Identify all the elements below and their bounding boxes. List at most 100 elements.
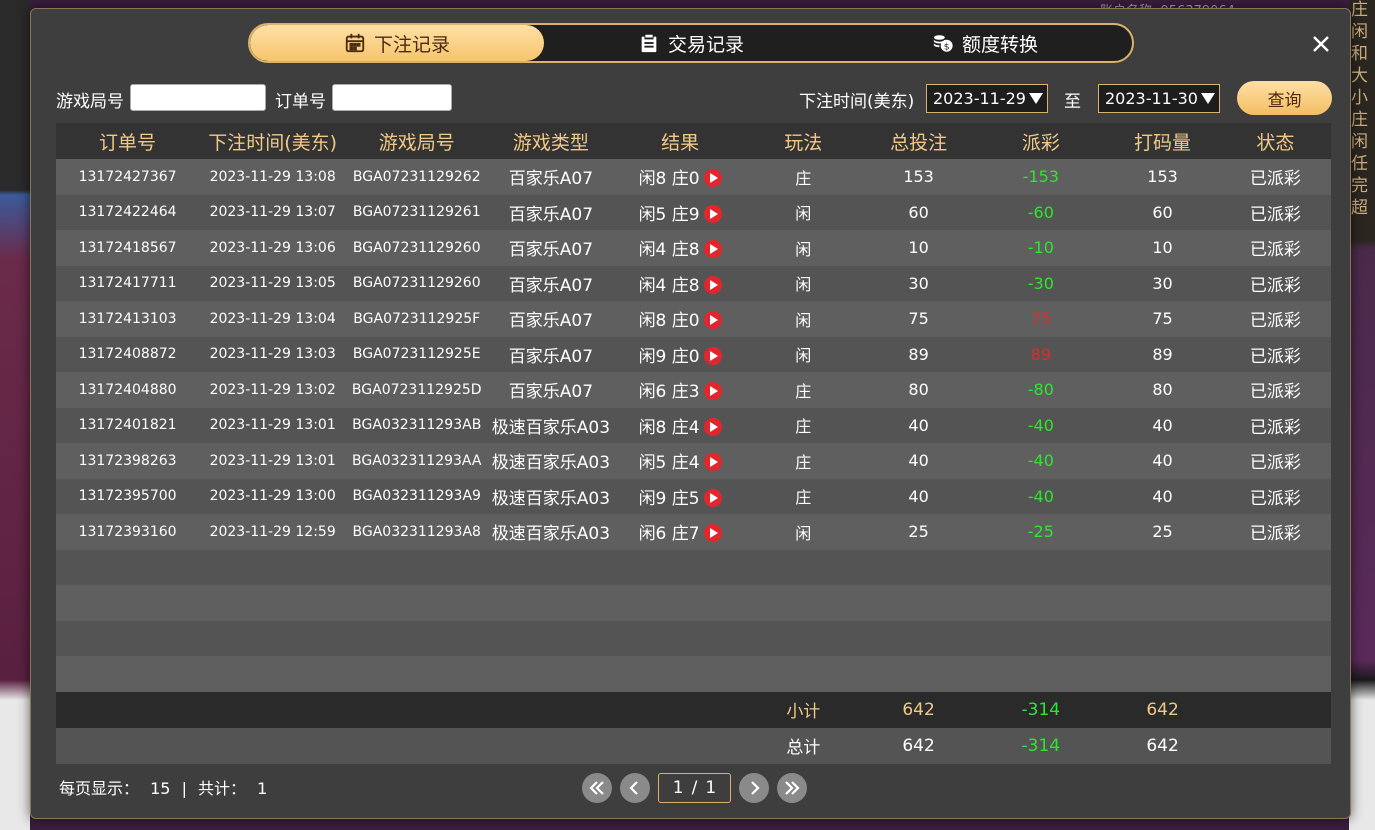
result-text: 闲8 庄0 — [638, 169, 700, 190]
empty-row — [56, 656, 1331, 692]
play-video-icon[interactable] — [703, 417, 722, 436]
payout-cell: -30 — [1027, 273, 1054, 293]
order-number-cell: 13172398263 — [78, 452, 177, 469]
subtotal-valid: 642 — [1146, 699, 1179, 720]
first-page-button[interactable] — [582, 773, 612, 803]
date-from-select[interactable]: 2023-11-29 — [926, 84, 1048, 113]
round-number-cell: BGA07231129262 — [352, 168, 481, 185]
status-cell: 已派彩 — [1249, 204, 1301, 225]
bet-time-cell: 2023-11-29 13:07 — [209, 204, 336, 221]
play-video-icon[interactable] — [703, 169, 722, 188]
status-cell: 已派彩 — [1249, 240, 1301, 261]
play-video-icon[interactable] — [703, 488, 722, 507]
result-cell: 闲9 庄5 — [615, 484, 746, 509]
round-number-cell: BGA07231129260 — [352, 275, 481, 292]
payout-cell: 89 — [1030, 344, 1051, 364]
valid-bet-cell: 60 — [1152, 202, 1173, 222]
status-cell: 已派彩 — [1249, 346, 1301, 367]
play-video-icon[interactable] — [703, 275, 722, 294]
round-number-label: 游戏局号 — [56, 92, 124, 112]
bet-time-cell: 2023-11-29 13:01 — [209, 417, 336, 434]
round-number-cell: BGA0723112925D — [351, 381, 482, 398]
order-number-cell: 13172418567 — [78, 239, 177, 256]
game-type-cell: 极速百家乐A03 — [491, 524, 611, 545]
status-cell: 已派彩 — [1249, 275, 1301, 296]
round-number-input[interactable] — [130, 84, 266, 111]
result-cell: 闲5 庄4 — [615, 448, 746, 473]
background-text: 完 — [1351, 176, 1368, 196]
bet-time-label: 下注时间(美东) — [799, 92, 915, 112]
play-video-icon[interactable] — [703, 524, 722, 543]
column-header: 游戏类型 — [512, 131, 589, 154]
status-cell: 已派彩 — [1249, 488, 1301, 509]
valid-bet-cell: 40 — [1152, 415, 1173, 435]
valid-bet-cell: 30 — [1152, 273, 1173, 293]
page-separator: / — [691, 778, 698, 798]
play-video-icon[interactable] — [703, 204, 722, 223]
round-number-cell: BGA032311293A8 — [352, 523, 481, 540]
per-page-value: 15 — [150, 779, 171, 798]
order-number-input[interactable] — [332, 84, 452, 111]
valid-bet-cell: 80 — [1152, 380, 1173, 400]
caret-down-icon — [1201, 93, 1215, 104]
table-body: 13172427367 2023-11-29 13:08 BGA0723112926… — [56, 159, 1331, 692]
payout-cell: -10 — [1027, 238, 1054, 258]
date-to-select[interactable]: 2023-11-30 — [1098, 84, 1220, 113]
play-video-icon[interactable] — [703, 453, 722, 472]
next-page-button[interactable] — [739, 773, 769, 803]
tab-credit-transfer[interactable]: $ 额度转换 — [838, 25, 1132, 61]
round-number-cell: BGA0723112925F — [353, 310, 481, 327]
payout-cell: -25 — [1027, 522, 1054, 542]
play-video-icon[interactable] — [703, 382, 722, 401]
background-text: 超 — [1351, 198, 1368, 218]
subtotal-bet: 642 — [902, 699, 935, 720]
play-type-cell: 庄 — [795, 488, 812, 508]
table-header: 订单号 下注时间(美东) 游戏局号 游戏类型 结果 玩法 总投注 派彩 打码量 状态 — [56, 123, 1331, 159]
valid-bet-cell: 10 — [1152, 238, 1173, 258]
tab-bet-records[interactable]: 下注记录 — [250, 25, 544, 61]
round-number-cell: BGA032311293AB — [352, 417, 482, 434]
valid-bet-cell: 25 — [1152, 522, 1173, 542]
play-type-cell: 闲 — [795, 346, 812, 366]
clipboard-icon — [641, 34, 657, 53]
result-text: 闲4 庄8 — [638, 275, 700, 296]
play-video-icon[interactable] — [703, 311, 722, 330]
background-text: 庄 — [1351, 0, 1368, 20]
pagination-info: 每页显示： 15 | 共计： 1 — [59, 775, 267, 799]
play-video-icon[interactable] — [703, 346, 722, 365]
column-header: 下注时间(美东) — [208, 131, 338, 154]
play-type-cell: 闲 — [795, 204, 812, 224]
result-cell: 闲9 庄0 — [615, 342, 746, 367]
background-text: 闲 — [1351, 22, 1368, 42]
background-text: 庄 — [1351, 110, 1368, 130]
total-bet-cell: 10 — [908, 238, 929, 258]
result-cell: 闲8 庄0 — [615, 164, 746, 189]
result-cell: 闲6 庄3 — [615, 377, 746, 402]
round-number-cell: BGA032311293AA — [351, 452, 482, 469]
pagination-controls: 1 / 1 — [582, 773, 807, 803]
table-row: 13172398263 2023-11-29 13:01 BGA032311293A… — [56, 443, 1331, 479]
play-video-icon[interactable] — [703, 240, 722, 259]
close-icon[interactable] — [1310, 33, 1332, 55]
last-page-button[interactable] — [777, 773, 807, 803]
separator: | — [181, 779, 187, 798]
total-bet-cell: 75 — [908, 309, 929, 329]
background-text: 小 — [1351, 88, 1368, 108]
column-header: 玩法 — [784, 131, 823, 154]
game-type-cell: 百家乐A07 — [508, 382, 594, 403]
play-type-cell: 闲 — [795, 275, 812, 295]
page-total: 1 — [705, 778, 717, 798]
column-header: 订单号 — [99, 131, 157, 154]
order-number-cell: 13172427367 — [78, 168, 177, 185]
tab-transaction-records[interactable]: 交易记录 — [544, 25, 838, 61]
order-number-cell: 13172395700 — [78, 488, 177, 505]
caret-down-icon — [1029, 93, 1043, 104]
result-text: 闲8 庄0 — [638, 311, 700, 332]
query-button[interactable]: 查询 — [1237, 81, 1332, 115]
table-row: 13172404880 2023-11-29 13:02 BGA0723112925… — [56, 372, 1331, 408]
prev-page-button[interactable] — [620, 773, 650, 803]
round-number-cell: BGA032311293A9 — [352, 488, 481, 505]
background-text: 大 — [1351, 66, 1368, 86]
filter-bar: 游戏局号 订单号 下注时间(美东) 2023-11-29 至 2023-11-3… — [31, 83, 1350, 113]
bet-time-cell: 2023-11-29 13:02 — [209, 381, 336, 398]
